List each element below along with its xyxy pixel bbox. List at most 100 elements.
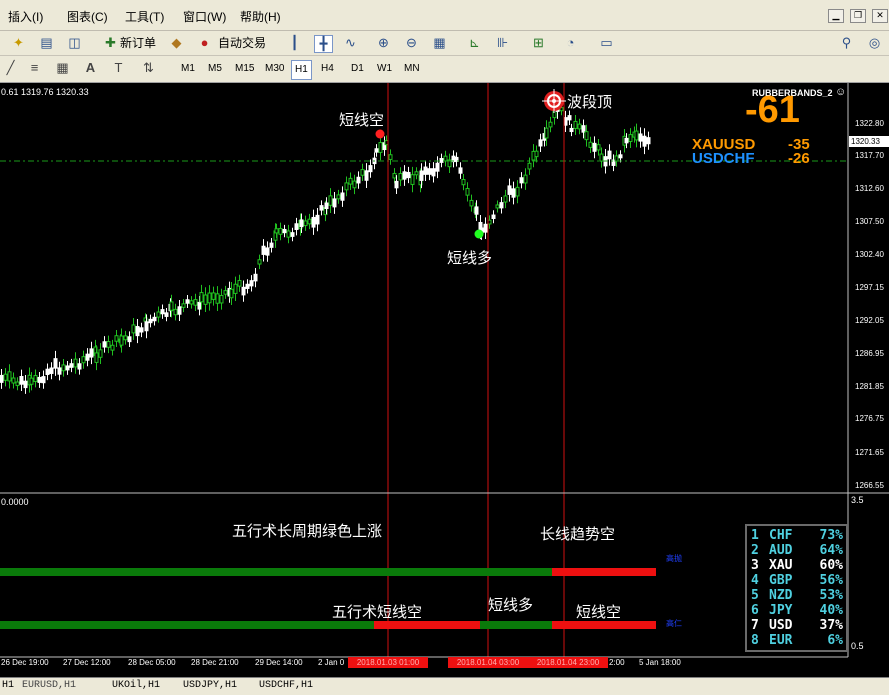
candle-body <box>185 299 190 304</box>
candle-body <box>352 180 357 189</box>
tf-m5[interactable]: M5 <box>205 60 225 78</box>
text-icon[interactable]: T <box>110 60 127 76</box>
tf-h1[interactable]: H1 <box>291 60 312 80</box>
candle-body <box>57 367 62 375</box>
grid-icon[interactable]: ▦ <box>54 60 71 76</box>
candle-body <box>131 324 136 334</box>
candle-body <box>219 295 224 304</box>
market-watch-icon[interactable]: ◫ <box>66 35 83 51</box>
candle-body <box>458 167 463 174</box>
auto-trading-button[interactable]: 自动交易 <box>218 35 266 51</box>
templates-icon[interactable]: ▭ <box>598 35 615 51</box>
currency-rank: 5 <box>751 588 759 603</box>
tab-usdjpy[interactable]: USDJPY,H1 <box>183 680 237 691</box>
bar-chart-icon[interactable]: ┃ <box>286 35 303 51</box>
close-icon[interactable]: ✕ <box>872 9 888 23</box>
candle-body <box>215 293 220 304</box>
tf-mn[interactable]: MN <box>401 60 423 78</box>
line-chart-icon[interactable]: ∿ <box>342 35 359 51</box>
tf-d1[interactable]: D1 <box>348 60 367 78</box>
candle-body <box>199 292 204 303</box>
candle-body <box>53 358 58 369</box>
candle-body <box>515 186 520 197</box>
currency-cur: USD <box>769 618 793 633</box>
text-short-sell-1: 五行术短线空 <box>332 604 423 621</box>
tab-h1[interactable]: H1 <box>2 680 14 691</box>
pair-2-value: -26 <box>788 150 810 167</box>
menu-charts[interactable]: 图表(C) <box>67 8 108 25</box>
candle-body <box>624 137 629 144</box>
time-tick: 28 Dec 05:00 <box>128 658 176 667</box>
profiles-icon[interactable]: ▤ <box>38 35 55 51</box>
currency-row: 7 USD 37% <box>751 618 843 633</box>
text-long-cycle: 五行术长周期绿色上涨 <box>232 523 383 540</box>
search-icon[interactable]: ⚲ <box>838 35 855 51</box>
candle-body <box>573 120 578 129</box>
arrows-icon[interactable]: ⇅ <box>140 60 157 76</box>
navigator-icon[interactable]: ◆ <box>168 35 185 51</box>
candle-body <box>311 216 316 228</box>
tf-w1[interactable]: W1 <box>374 60 395 78</box>
candlestick-icon[interactable]: ╋ <box>314 35 333 53</box>
tf-m15[interactable]: M15 <box>232 60 257 78</box>
auto-trading-icon[interactable]: ● <box>196 35 213 51</box>
currency-cur: GBP <box>769 573 793 588</box>
candle-body <box>634 130 639 141</box>
candle-body <box>394 180 399 189</box>
tab-usdchf[interactable]: USDCHF,H1 <box>259 680 313 691</box>
minimize-icon[interactable]: ▁ <box>828 9 844 23</box>
candle-body <box>461 179 466 186</box>
candle-body <box>223 290 228 295</box>
menu-insert[interactable]: 插入(I) <box>8 8 43 25</box>
fibonacci-icon[interactable]: ≡ <box>26 60 43 76</box>
candle-body <box>193 299 198 306</box>
tf-h4[interactable]: H4 <box>318 60 337 78</box>
chart-shift-icon[interactable]: ⊾ <box>466 35 483 51</box>
tile-windows-icon[interactable]: ▦ <box>431 35 448 51</box>
candle-body <box>169 301 174 311</box>
current-price-label: 1320.33 <box>851 137 880 146</box>
currency-pct: 64% <box>819 543 843 558</box>
tab-eurusd[interactable]: EURUSD,H1 <box>22 680 76 691</box>
text-short-buy: 短线多 <box>488 597 534 614</box>
candle-body <box>392 172 397 179</box>
zoom-in-icon[interactable]: ⊕ <box>375 35 392 51</box>
trend-bar-green <box>0 568 552 576</box>
new-chart-icon[interactable]: ✦ <box>10 35 27 51</box>
candle-body <box>360 169 365 176</box>
price-tick: 1312.60 <box>855 184 884 193</box>
auto-scroll-icon[interactable]: ⊪ <box>494 35 511 51</box>
menu-help[interactable]: 帮助(H) <box>240 8 281 25</box>
community-icon[interactable]: ◎ <box>866 35 883 51</box>
zoom-out-icon[interactable]: ⊖ <box>403 35 420 51</box>
candle-body <box>607 150 612 160</box>
price-tick: 1271.65 <box>855 448 884 457</box>
candle-body <box>303 220 308 227</box>
restore-icon[interactable]: ❐ <box>850 9 866 23</box>
candle-body <box>106 341 111 348</box>
trendline-icon[interactable]: ╱ <box>2 60 19 76</box>
tf-m1[interactable]: M1 <box>178 60 198 78</box>
new-order-button[interactable]: 新订单 <box>120 35 156 51</box>
candle-body <box>374 148 379 153</box>
candle-body <box>642 135 647 147</box>
candle-body <box>261 245 266 255</box>
candle-body <box>348 177 353 185</box>
candle-body <box>398 173 403 181</box>
candle-body <box>23 380 28 389</box>
text-label-icon[interactable]: A <box>82 60 99 76</box>
tf-m30[interactable]: M30 <box>262 60 287 78</box>
candle-body <box>144 321 149 332</box>
indicators-icon[interactable]: ⊞ <box>530 35 547 51</box>
periods-icon[interactable]: ◔ <box>562 35 579 51</box>
menu-tools[interactable]: 工具(T) <box>125 8 164 25</box>
candle-body <box>592 142 597 152</box>
candle-body <box>237 280 242 287</box>
tab-ukoil[interactable]: UKOil,H1 <box>112 680 160 691</box>
annotation-wave-top: 波段顶 <box>567 94 613 111</box>
price-tick: 1266.55 <box>855 481 884 490</box>
candle-body <box>519 177 524 184</box>
menu-window[interactable]: 窗口(W) <box>183 8 226 25</box>
candle-body <box>423 166 428 175</box>
new-order-icon[interactable]: ✚ <box>102 35 119 51</box>
